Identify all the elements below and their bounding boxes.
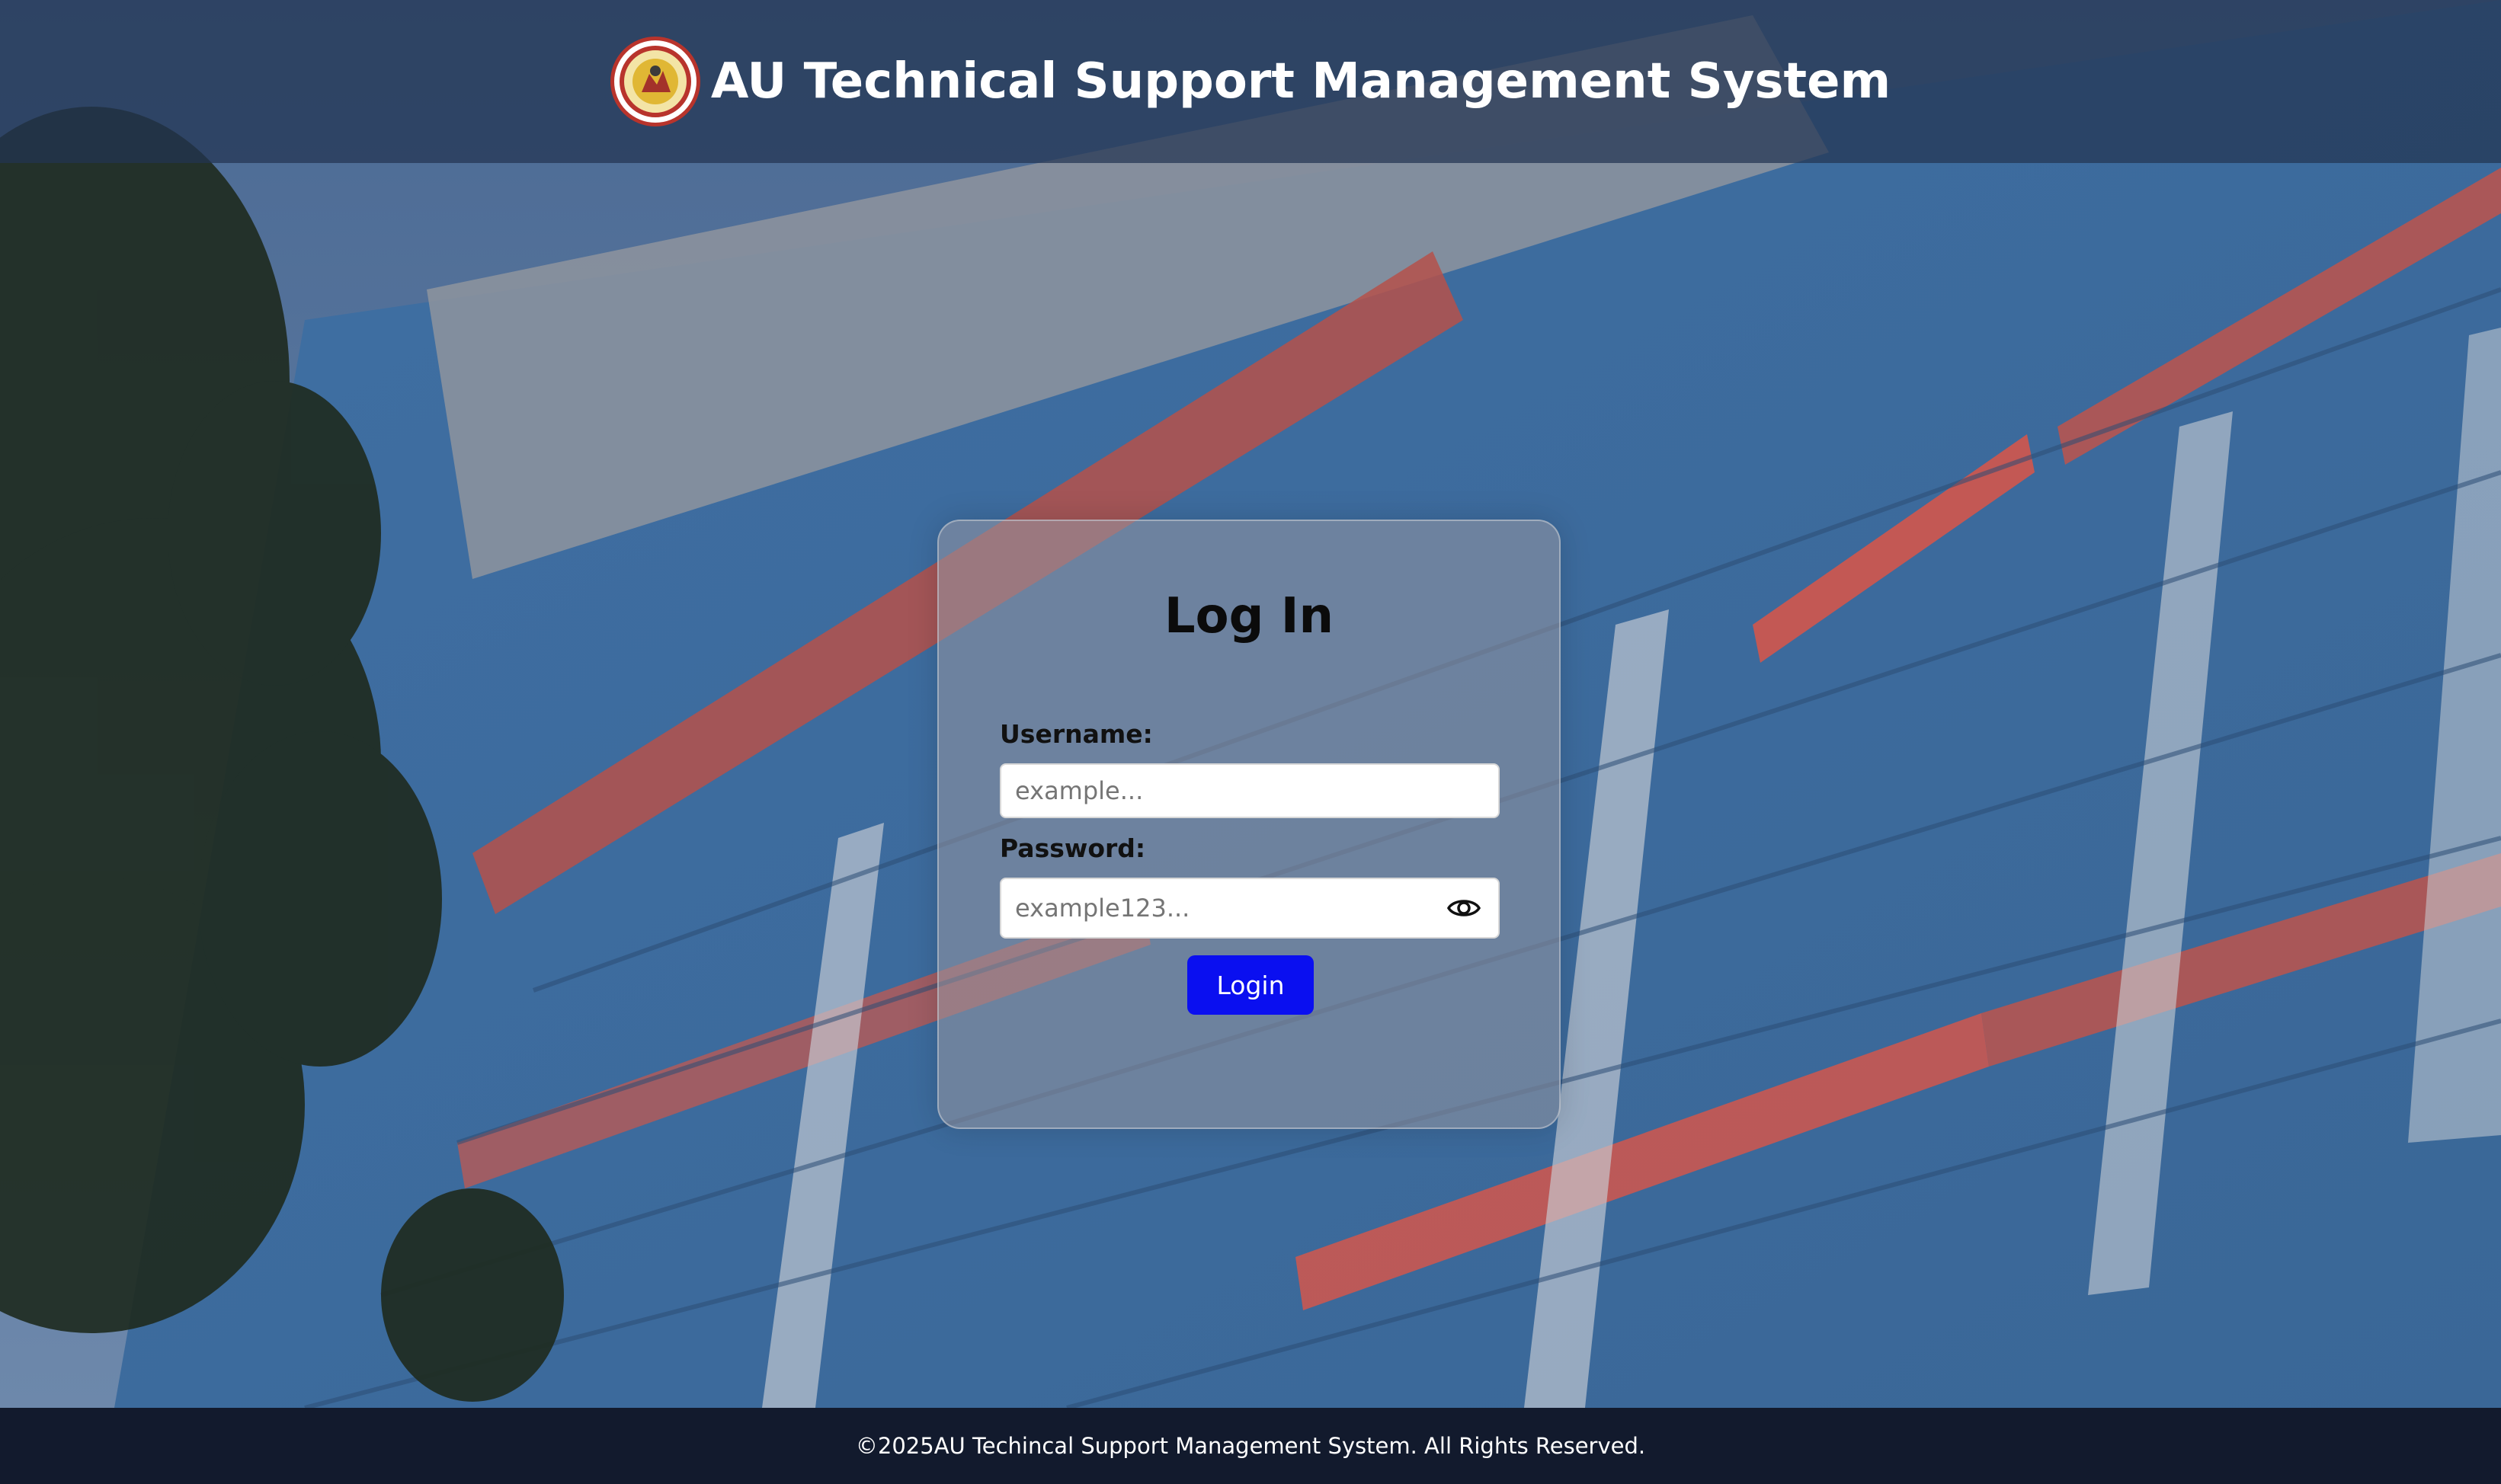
username-label: Username: [1000, 719, 1153, 749]
username-input[interactable] [1000, 763, 1500, 818]
top-header: AU Technical Support Management System [0, 0, 2501, 163]
footer: ©2025AU Techincal Support Management Sys… [0, 1408, 2501, 1484]
password-input[interactable] [1000, 878, 1500, 939]
login-button[interactable]: Login [1187, 955, 1314, 1015]
app-title: AU Technical Support Management System [710, 53, 1891, 110]
password-label: Password: [1000, 833, 1146, 863]
eye-icon[interactable] [1445, 891, 1483, 925]
login-card: Log In Username: Password: Login [937, 520, 1561, 1129]
copyright-text: ©2025AU Techincal Support Management Sys… [855, 1433, 1646, 1459]
university-seal-icon [610, 37, 700, 126]
login-page: AU Technical Support Management System L… [0, 0, 2501, 1484]
login-title: Log In [1164, 588, 1334, 644]
